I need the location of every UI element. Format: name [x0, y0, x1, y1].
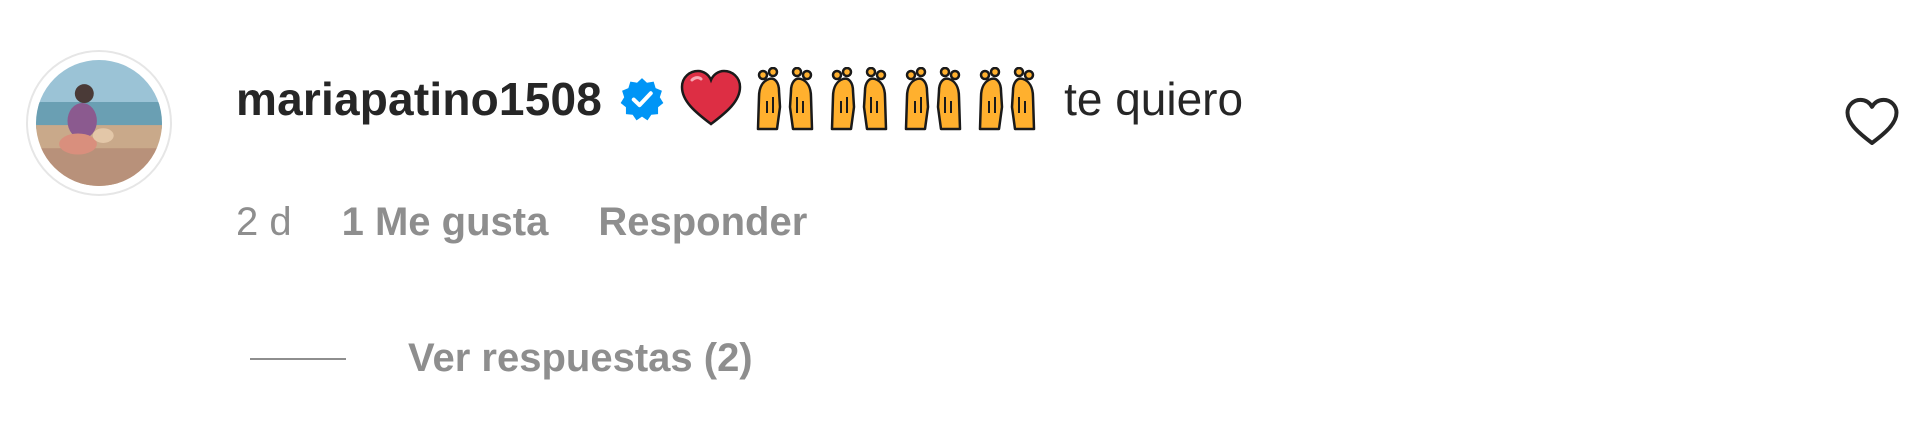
view-replies-button[interactable]: Ver respuestas (2): [250, 336, 753, 381]
raising-hands-emoji: [826, 67, 892, 131]
comment-item: mariapatino1508 te quiero 2 d 1 Me gusta…: [0, 0, 1920, 444]
comment-text: te quiero: [1064, 73, 1244, 125]
view-replies-label: Ver respuestas (2): [408, 336, 753, 380]
avatar[interactable]: [26, 50, 172, 196]
red-heart-emoji: [678, 67, 744, 131]
comment-header: mariapatino1508 te quiero: [236, 64, 1243, 134]
comment-meta: 2 d 1 Me gusta Responder: [236, 200, 807, 245]
avatar-photo: [36, 60, 162, 186]
comment-timestamp[interactable]: 2 d: [236, 200, 292, 245]
raising-hands-emoji: [974, 67, 1040, 131]
like-count-button[interactable]: 1 Me gusta: [342, 200, 549, 245]
raising-hands-emoji: [900, 67, 966, 131]
emoji-group: [678, 67, 1048, 131]
replies-divider-line: [250, 357, 346, 360]
username-link[interactable]: mariapatino1508: [236, 72, 602, 126]
heart-outline-icon[interactable]: [1844, 96, 1900, 148]
reply-button[interactable]: Responder: [598, 200, 807, 245]
verified-badge-icon: [620, 77, 664, 121]
raising-hands-emoji: [752, 67, 818, 131]
